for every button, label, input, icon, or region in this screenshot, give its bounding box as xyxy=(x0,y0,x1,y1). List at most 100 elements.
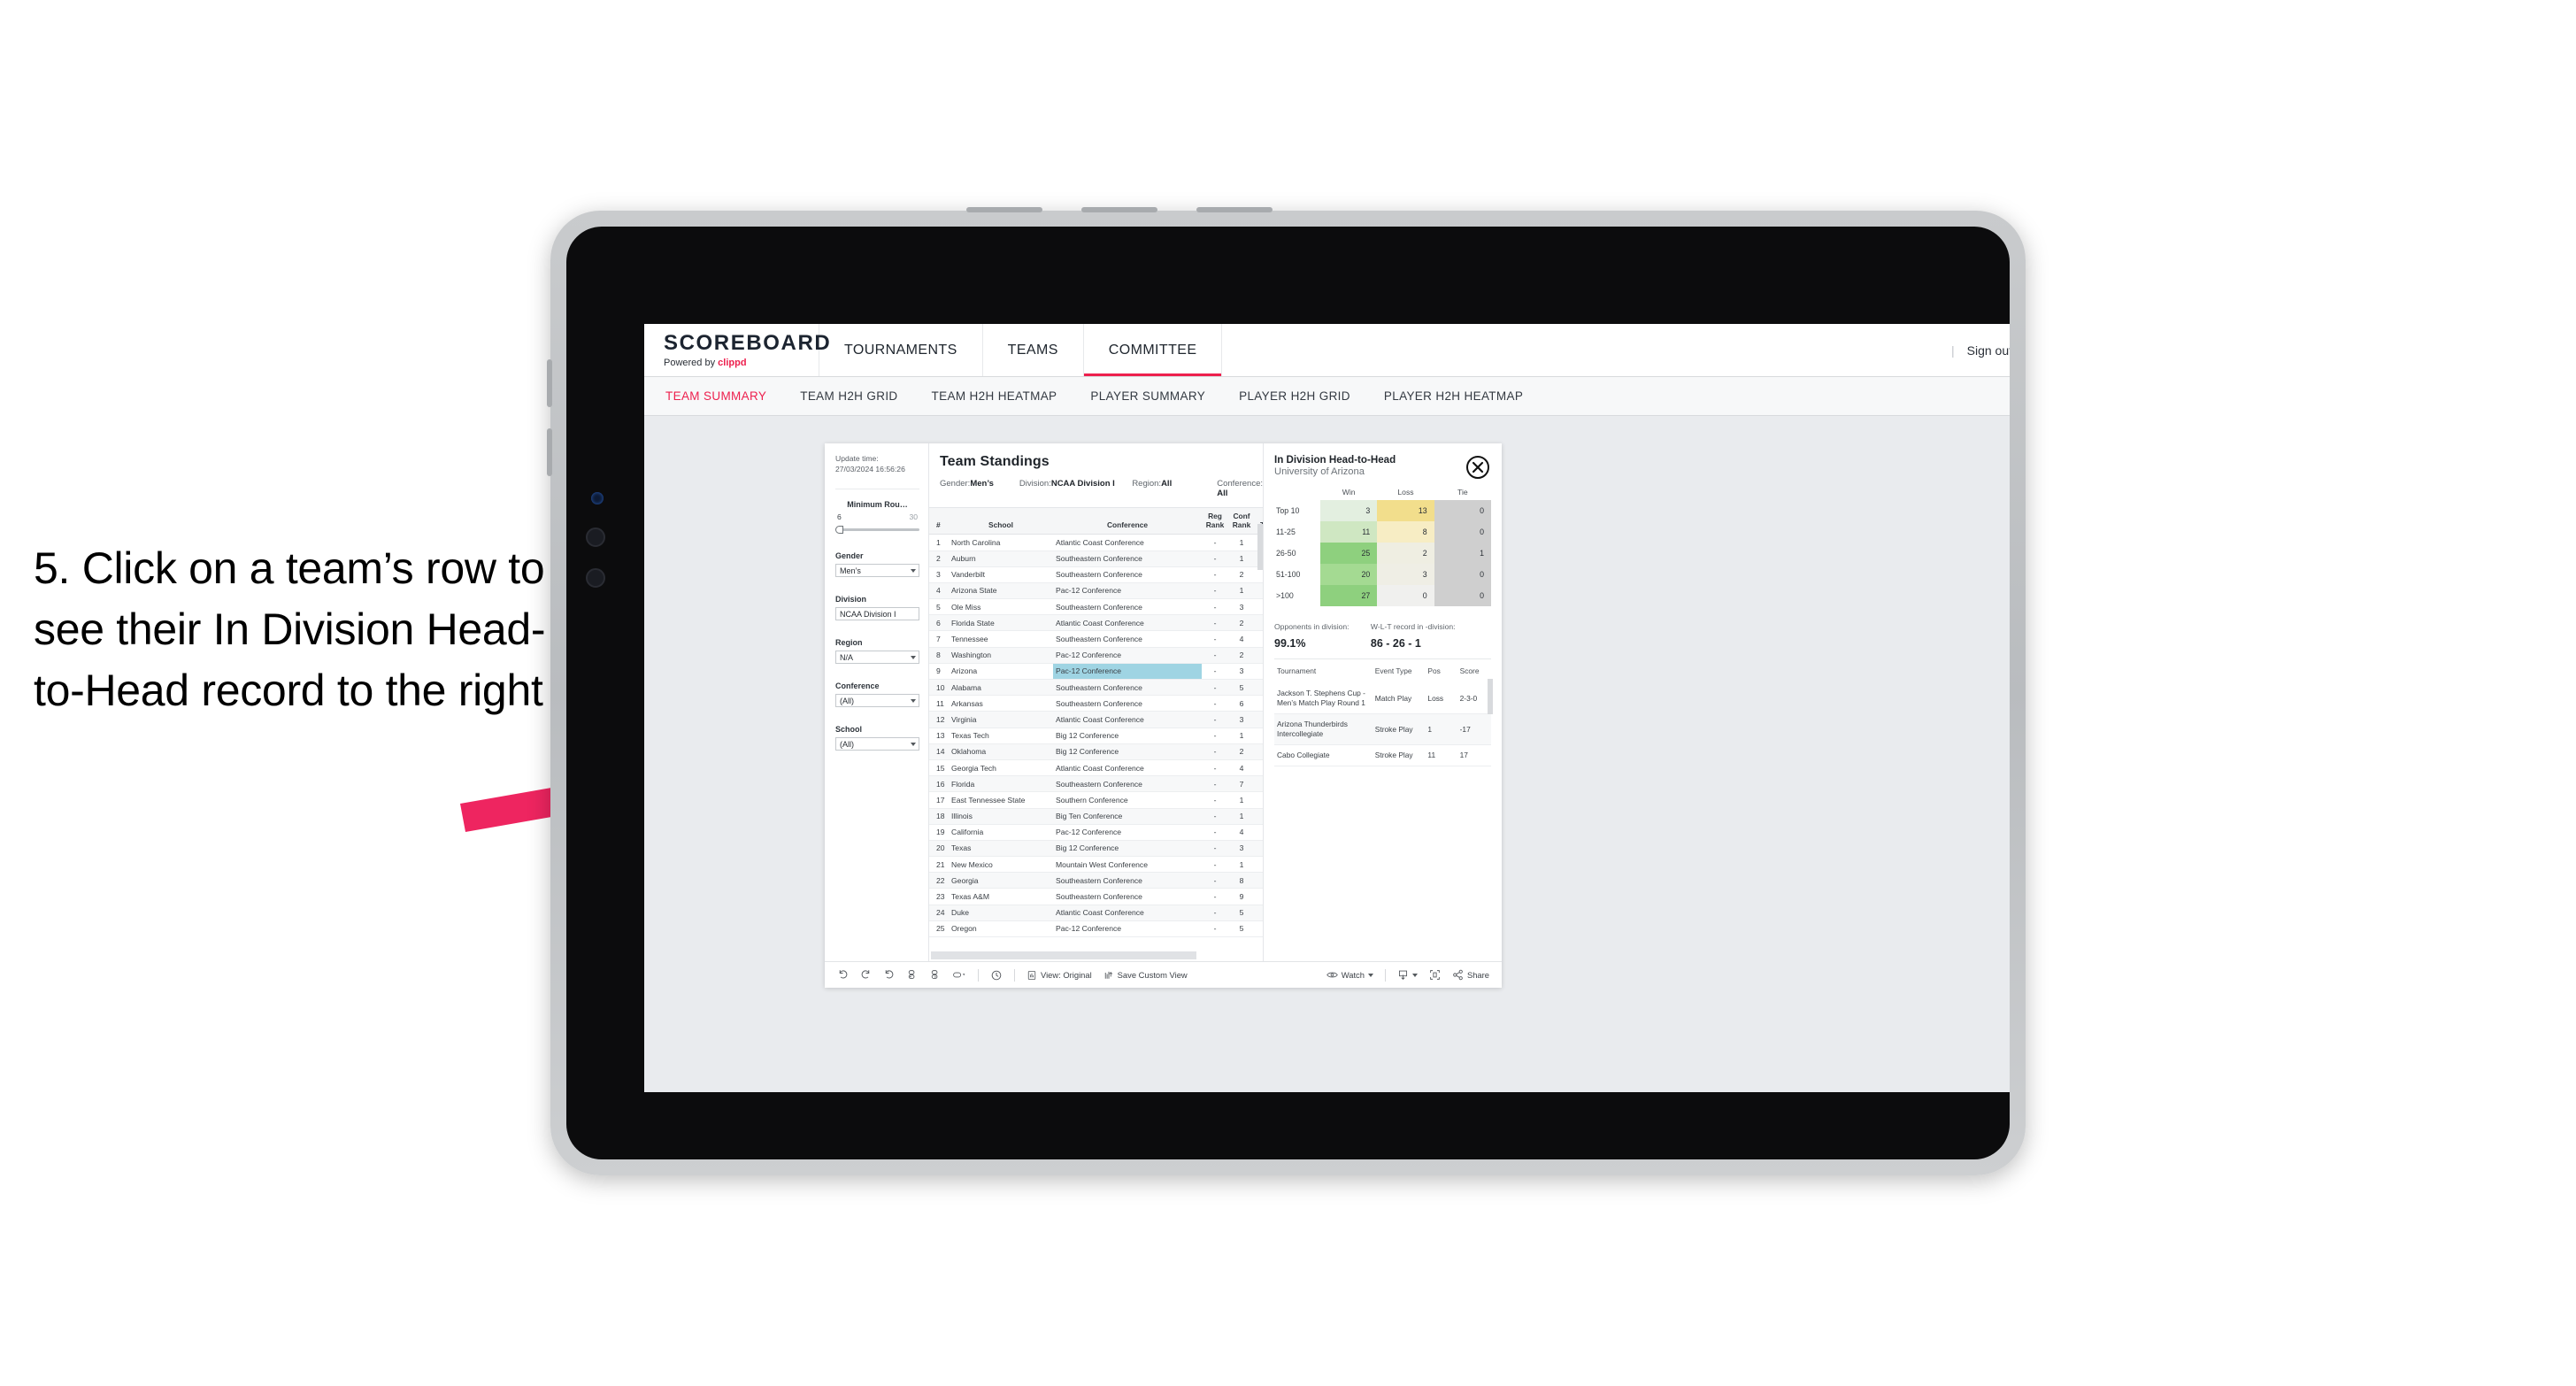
table-horizontal-scrollbar[interactable] xyxy=(931,951,1196,959)
table-row[interactable]: 15 Georgia Tech Atlantic Coast Conference -… xyxy=(929,759,1263,777)
chevron-down-icon xyxy=(911,655,916,659)
download-button[interactable] xyxy=(1397,969,1418,981)
wlt-value: 86 - 26 - 1 xyxy=(1370,637,1421,650)
topnav-teams[interactable]: TEAMS xyxy=(983,324,1084,376)
table-row[interactable]: 16FloridaSoutheastern Conference-79244 xyxy=(929,775,1263,793)
summary-region: Region: All xyxy=(1132,479,1217,498)
heatmap-win-cell: 25 xyxy=(1320,543,1378,564)
table-hscroll-row[interactable] xyxy=(929,950,1263,961)
conference-value: (All) xyxy=(840,696,854,705)
col-rank[interactable]: # xyxy=(929,508,949,535)
close-icon[interactable] xyxy=(1466,456,1489,479)
watch-button[interactable]: Watch xyxy=(1326,970,1373,980)
list-item[interactable]: Cabo Collegiate Stroke Play 11 17 xyxy=(1274,744,1491,766)
table-row[interactable]: 19CaliforniaPac-12 Conference-48242 xyxy=(929,824,1263,841)
brand-powered-prefix: Powered by xyxy=(664,357,719,368)
table-row[interactable]: 18IllinoisBig Ten Conference-18233 xyxy=(929,808,1263,825)
filter-minimum-rounds: Minimum Rou… 6 30 xyxy=(835,500,919,535)
rank-cell: 6 xyxy=(929,614,949,632)
score-cell: 17 xyxy=(1457,744,1491,766)
table-row[interactable]: 23Texas A&MSoutheastern Conference-91030… xyxy=(929,888,1263,905)
minimum-rounds-slider[interactable] xyxy=(835,526,919,535)
rank-cell: 14 xyxy=(929,743,949,760)
save-custom-view-button[interactable]: Save Custom View xyxy=(1103,970,1188,981)
tab-team-h2h-heatmap[interactable]: TEAM H2H HEATMAP xyxy=(932,389,1057,403)
table-row[interactable]: 8WashingtonPac-12 Conference-28231 xyxy=(929,647,1263,664)
heatmap-win-cell: 27 xyxy=(1320,585,1378,606)
table-row[interactable]: 10AlabamaSoutheastern Conference-58233 xyxy=(929,679,1263,697)
redo-icon[interactable] xyxy=(860,969,872,981)
region-select[interactable]: N/A xyxy=(835,651,919,665)
tab-player-summary[interactable]: PLAYER SUMMARY xyxy=(1090,389,1205,403)
standings-table-wrapper[interactable]: # School Conference Reg Rank Conf Rank N… xyxy=(929,507,1263,950)
fullscreen-icon[interactable] xyxy=(1429,969,1441,981)
conf-rank-cell: 3 xyxy=(1228,663,1255,681)
view-original-button[interactable]: View: Original xyxy=(1027,970,1092,981)
school-cell: Virginia xyxy=(949,711,1053,728)
rank-cell: 13 xyxy=(929,728,949,744)
table-row[interactable]: 1 North Carolina Atlantic Coast Conference… xyxy=(929,534,1263,551)
tournament-scrollbar[interactable] xyxy=(1488,679,1493,714)
col-conf-rank[interactable]: Conf Rank xyxy=(1228,508,1255,535)
tablet-device: SCOREBOARD Powered by clippd TOURNAMENTS… xyxy=(547,207,2026,1175)
tournament-table-wrapper[interactable]: Tournament Event Type Pos Score Jackson … xyxy=(1274,658,1493,766)
table-row[interactable]: 9ArizonaPac-12 Conference-38232 xyxy=(929,663,1263,681)
highlight-icon[interactable] xyxy=(952,969,966,981)
reg-rank-cell: - xyxy=(1202,856,1228,874)
revert-icon[interactable] xyxy=(883,969,895,981)
list-item[interactable]: Jackson T. Stephens Cup - Men’s Match Pl… xyxy=(1274,682,1491,714)
filter-region: Region N/A xyxy=(835,638,919,665)
topnav-committee[interactable]: COMMITTEE xyxy=(1083,324,1223,376)
chevron-down-icon xyxy=(1411,973,1418,977)
tab-team-summary[interactable]: TEAM SUMMARY xyxy=(665,389,766,403)
slider-knob[interactable] xyxy=(835,526,843,535)
conf-rank-cell: 4 xyxy=(1228,759,1255,777)
refresh-data-icon[interactable] xyxy=(906,969,918,981)
table-row[interactable]: 13Texas TechBig 12 Conference-19272 xyxy=(929,728,1263,744)
table-row[interactable]: 17 East Tennessee State Southern Conferenc… xyxy=(929,791,1263,809)
table-row[interactable]: 24DukeAtlantic Coast Conference-59271 xyxy=(929,905,1263,921)
rank-cell: 15 xyxy=(929,759,949,777)
watch-label: Watch xyxy=(1341,970,1365,980)
summary-gender-label: Gender: xyxy=(940,479,971,489)
table-row[interactable]: 4Arizona StatePac-12 Conference-19261 xyxy=(929,582,1263,600)
table-row[interactable]: 2AuburnSoutheastern Conference-19276 xyxy=(929,551,1263,567)
col-reg-rank[interactable]: Reg Rank xyxy=(1202,508,1228,535)
conference-select[interactable]: (All) xyxy=(835,694,919,708)
signout-area: | Sign out xyxy=(1951,324,2010,376)
table-row[interactable]: 5Ole MissSoutheastern Conference-36181 xyxy=(929,598,1263,616)
tab-player-h2h-heatmap[interactable]: PLAYER H2H HEATMAP xyxy=(1384,389,1523,403)
pause-refresh-icon[interactable] xyxy=(929,969,941,981)
list-item[interactable]: Arizona Thunderbirds Intercollegiate Stro… xyxy=(1274,713,1491,745)
table-row[interactable]: 7TennesseeSoutheastern Conference-46182 xyxy=(929,630,1263,648)
share-button[interactable]: Share xyxy=(1452,969,1489,981)
gender-select[interactable]: Men’s xyxy=(835,564,919,578)
col-conference[interactable]: Conference xyxy=(1053,508,1202,535)
conference-cell: Big 12 Conference xyxy=(1053,728,1202,744)
standings-header-row: # School Conference Reg Rank Conf Rank N… xyxy=(929,508,1263,535)
conf-rank-cell: 5 xyxy=(1228,905,1255,921)
pause-auto-update-icon[interactable] xyxy=(990,969,1003,982)
signout-link[interactable]: Sign out xyxy=(1967,343,2010,358)
table-row[interactable]: 21New MexicoMountain West Conference-192… xyxy=(929,856,1263,874)
table-row[interactable]: 25OregonPac-12 Conference-57210 xyxy=(929,920,1263,938)
tab-team-h2h-grid[interactable]: TEAM H2H GRID xyxy=(800,389,897,403)
conference-cell: Atlantic Coast Conference xyxy=(1053,534,1202,551)
heatmap-win-cell: 11 xyxy=(1320,521,1378,543)
tab-player-h2h-grid[interactable]: PLAYER H2H GRID xyxy=(1239,389,1350,403)
h2h-heatmap-table: Win Loss Tie Top 10 3 13 0 11-25 11 8 0 26-50 25 2… xyxy=(1274,488,1491,606)
col-school[interactable]: School xyxy=(949,508,1053,535)
topnav-tournaments[interactable]: TOURNAMENTS xyxy=(819,324,983,376)
table-row[interactable]: 11ArkansasSoutheastern Conference-68232 xyxy=(929,695,1263,712)
table-row[interactable]: 6 Florida State Atlantic Coast Conference -… xyxy=(929,614,1263,632)
school-select[interactable]: (All) xyxy=(835,737,919,751)
school-cell: Arizona xyxy=(949,663,1053,681)
table-row[interactable]: 20TexasBig 12 Conference-37200 xyxy=(929,840,1263,858)
table-row[interactable]: 22GeorgiaSoutheastern Conference-87211 xyxy=(929,872,1263,889)
division-select[interactable]: NCAA Division I xyxy=(835,607,919,621)
undo-icon[interactable] xyxy=(837,969,849,981)
table-row[interactable]: 3VanderbiltSoutheastern Conference-28235 xyxy=(929,566,1263,583)
table-row[interactable]: 12VirginiaAtlantic Coast Conference-3824… xyxy=(929,711,1263,728)
table-row[interactable]: 14OklahomaBig 12 Conference-28242 xyxy=(929,743,1263,760)
rank-cell: 24 xyxy=(929,905,949,921)
